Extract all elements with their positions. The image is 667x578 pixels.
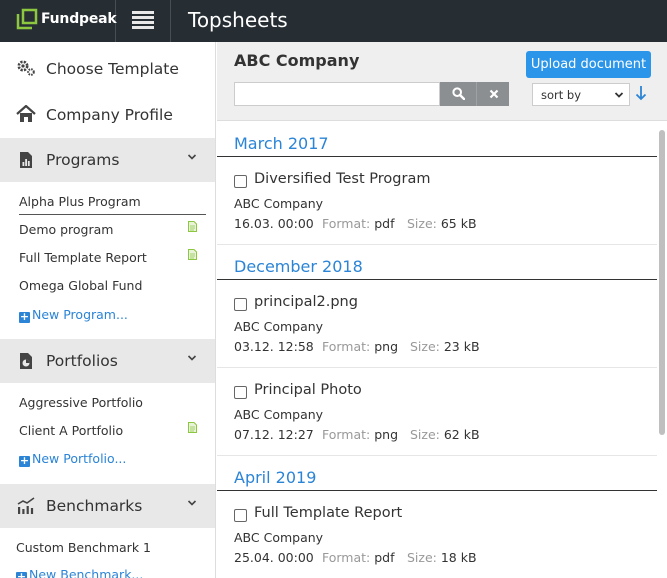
clear-search-button[interactable] [476, 82, 509, 106]
document-date: 25.04. 00:00 [234, 550, 314, 565]
new-program-link[interactable]: + New Program... [19, 307, 128, 323]
month-header: December 2018 [217, 245, 657, 280]
document-size: Size: 65 kB [407, 216, 477, 231]
chevron-down-icon [614, 92, 624, 98]
plus-icon: + [19, 454, 30, 467]
section-title: Programs [46, 151, 120, 169]
document-date: 07.12. 12:27 [234, 427, 314, 442]
sidebar-item-choose-template[interactable]: Choose Template [0, 45, 215, 91]
logo[interactable]: Fundpeak [0, 0, 117, 42]
document-name[interactable]: Diversified Test Program [254, 171, 430, 187]
sidebar-item-full-template-report[interactable]: Full Template Report [19, 250, 147, 265]
app-title: Topsheets [188, 8, 288, 32]
document-item: principal2.png ABC Company 03.12. 12:58 … [217, 280, 657, 368]
chevron-down-icon [187, 355, 197, 361]
document-format: Format: pdf [322, 216, 395, 231]
sidebar-item-label: Company Profile [46, 106, 173, 124]
menu-toggle-button[interactable] [116, 0, 171, 42]
document-checkbox[interactable] [234, 509, 247, 522]
gears-icon [17, 60, 35, 76]
sidebar-section-benchmarks[interactable]: Benchmarks [0, 484, 215, 528]
document-list: March 2017 Diversified Test Program ABC … [217, 122, 657, 578]
document-name[interactable]: Principal Photo [254, 382, 362, 398]
plus-icon: + [16, 571, 27, 578]
bar-chart-file-icon [20, 152, 32, 168]
upload-document-button[interactable]: Upload document [526, 51, 651, 78]
month-header: March 2017 [217, 122, 657, 157]
sidebar-item-custom-benchmark-1[interactable]: Custom Benchmark 1 [16, 540, 151, 555]
logo-text: Fundpeak [41, 11, 117, 27]
main-header: ABC Company Upload document sort by [217, 42, 667, 121]
document-format: Format: png [322, 427, 399, 442]
hamburger-icon [132, 11, 154, 14]
document-icon [188, 249, 197, 260]
document-item: Full Template Report ABC Company 25.04. … [217, 491, 657, 578]
sidebar-item-company-profile[interactable]: Company Profile [0, 91, 215, 137]
scrollbar[interactable] [657, 122, 667, 578]
document-date: 03.12. 12:58 [234, 339, 314, 354]
pie-chart-file-icon [20, 353, 32, 369]
fundpeak-logo-icon [16, 8, 38, 30]
document-item: Principal Photo ABC Company 07.12. 12:27… [217, 368, 657, 456]
new-benchmark-link[interactable]: + New Benchmark... [16, 567, 143, 578]
new-portfolio-link[interactable]: + New Portfolio... [19, 451, 126, 467]
document-company: ABC Company [234, 196, 324, 211]
chevron-down-icon [187, 154, 197, 160]
search-input[interactable] [234, 82, 440, 106]
document-checkbox[interactable] [234, 298, 247, 311]
sidebar-item-alpha-plus-program[interactable]: Alpha Plus Program [19, 194, 206, 215]
document-item: Diversified Test Program ABC Company 16.… [217, 157, 657, 245]
document-company: ABC Company [234, 319, 324, 334]
document-size: Size: 18 kB [407, 550, 477, 565]
section-title: Benchmarks [46, 497, 143, 515]
line-chart-icon [17, 497, 35, 514]
document-format: Format: png [322, 339, 399, 354]
document-icon [188, 422, 197, 433]
section-title: Portfolios [46, 352, 118, 370]
page-title: ABC Company [234, 51, 360, 70]
document-company: ABC Company [234, 407, 324, 422]
document-size: Size: 23 kB [410, 339, 480, 354]
search-icon [452, 87, 465, 100]
month-header: April 2019 [217, 456, 657, 491]
document-date: 16.03. 00:00 [234, 216, 314, 231]
sidebar-section-programs[interactable]: Programs [0, 138, 215, 182]
document-name[interactable]: principal2.png [254, 294, 358, 310]
sidebar-section-portfolios[interactable]: Portfolios [0, 339, 215, 383]
sidebar-item-demo-program[interactable]: Demo program [19, 222, 113, 237]
document-checkbox[interactable] [234, 175, 247, 188]
document-icon [188, 221, 197, 232]
plus-icon: + [19, 310, 30, 323]
document-checkbox[interactable] [234, 386, 247, 399]
sidebar-item-aggressive-portfolio[interactable]: Aggressive Portfolio [19, 395, 143, 410]
document-size: Size: 62 kB [410, 427, 480, 442]
home-icon [16, 105, 36, 122]
close-icon [489, 89, 499, 99]
sidebar-item-label: Choose Template [46, 60, 179, 78]
sidebar: Choose Template Company Profile Programs… [0, 42, 216, 578]
top-bar: Fundpeak Topsheets [0, 0, 667, 42]
scrollbar-thumb[interactable] [659, 130, 665, 435]
sidebar-item-client-a-portfolio[interactable]: Client A Portfolio [19, 423, 123, 438]
sidebar-item-omega-global-fund[interactable]: Omega Global Fund [19, 278, 142, 293]
chevron-down-icon [187, 500, 197, 506]
search-button[interactable] [440, 82, 476, 106]
document-company: ABC Company [234, 530, 324, 545]
document-format: Format: pdf [322, 550, 395, 565]
sort-select[interactable]: sort by [532, 83, 630, 106]
sort-direction-arrow-icon[interactable] [635, 85, 647, 101]
document-name[interactable]: Full Template Report [254, 505, 402, 521]
